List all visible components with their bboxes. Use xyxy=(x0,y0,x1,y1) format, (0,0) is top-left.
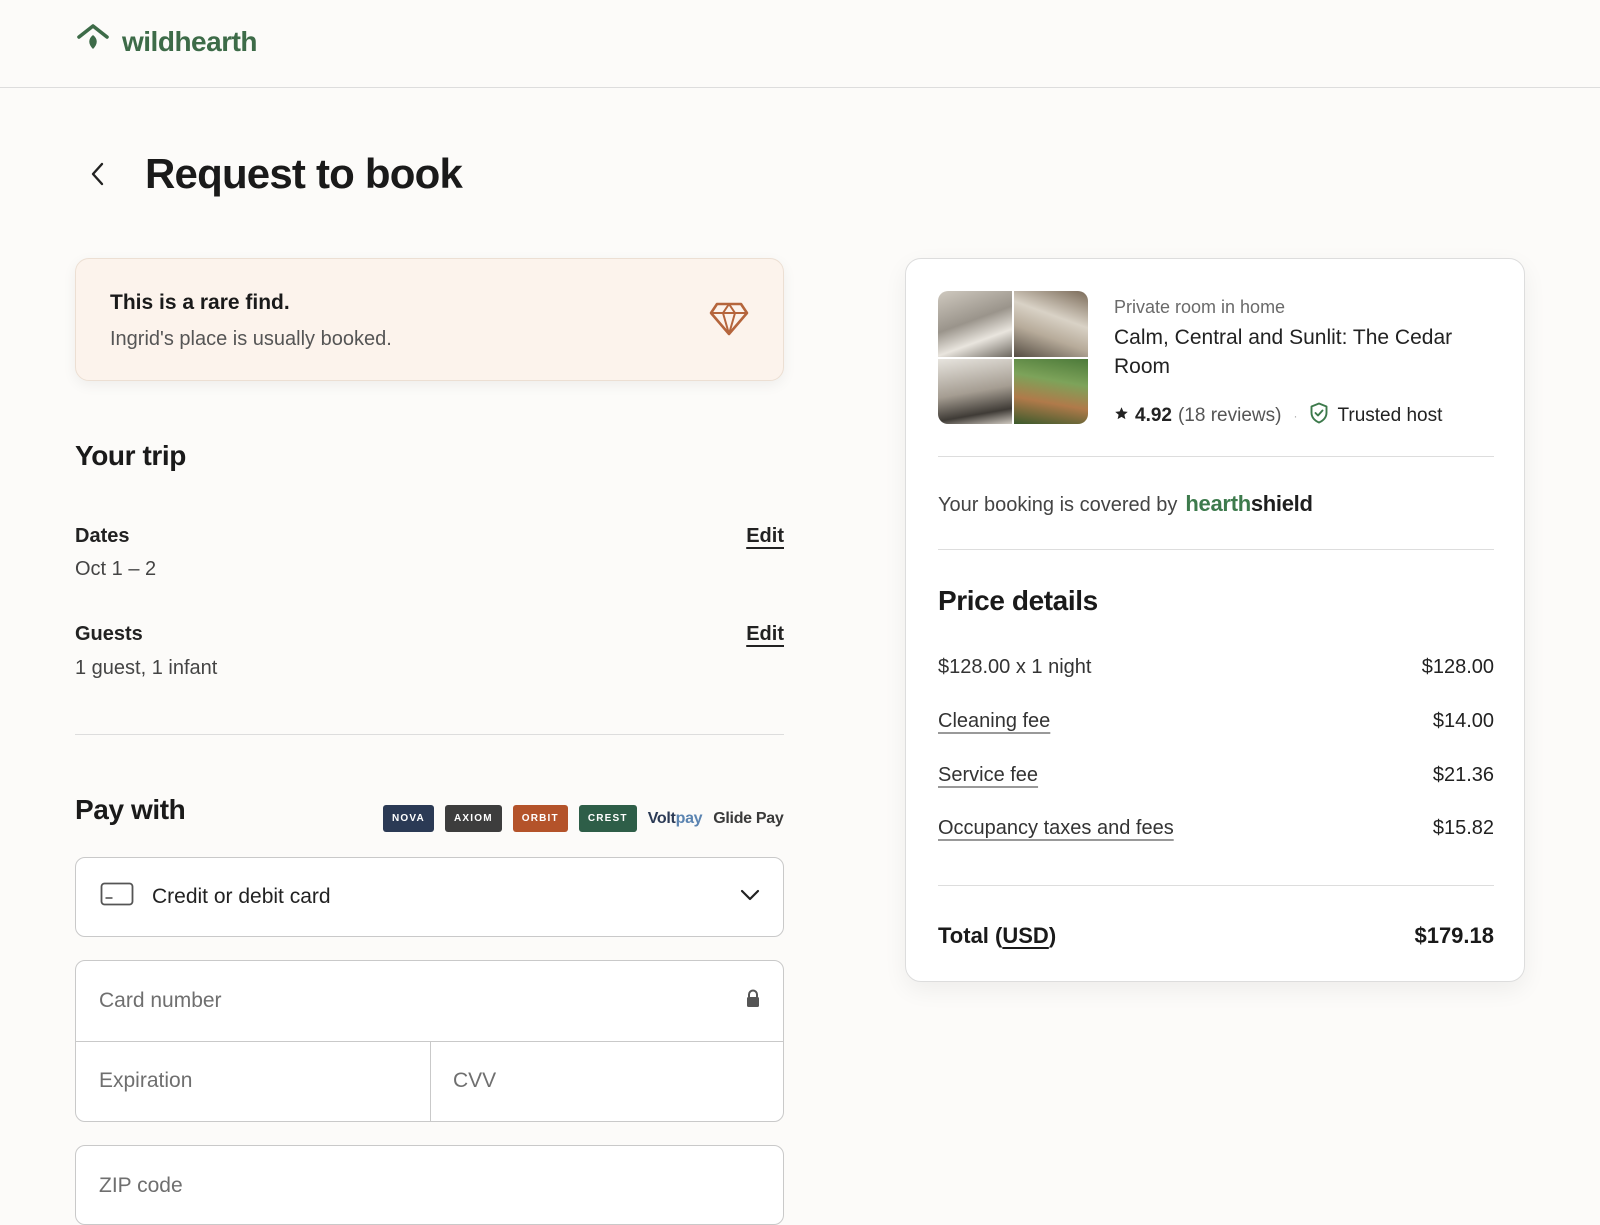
listing-photo xyxy=(1014,358,1088,424)
review-count[interactable]: (18 reviews) xyxy=(1178,405,1281,427)
booking-coverage: Your booking is covered by hearthshield xyxy=(938,491,1313,517)
price-row-amount: $14.00 xyxy=(1432,710,1494,732)
total-label: Total (USD) xyxy=(938,923,1056,949)
orbit-logo: ORBIT xyxy=(512,805,568,832)
listing-summary-card: Private room in home Calm, Central and S… xyxy=(905,258,1525,982)
dates-value: Oct 1 – 2 xyxy=(75,558,157,580)
section-divider xyxy=(75,734,784,735)
home-logo-icon xyxy=(76,22,110,61)
price-row-amount: $15.82 xyxy=(1432,817,1494,839)
total-amount: $179.18 xyxy=(1414,923,1494,948)
payment-method-value: Credit or debit card xyxy=(152,885,331,908)
service-fee-link[interactable]: Service fee xyxy=(938,764,1038,787)
glidepay-logo: Glide Pay xyxy=(713,809,784,827)
price-row-amount: $128.00 xyxy=(1421,656,1494,678)
listing-name: Calm, Central and Sunlit: The Cedar Room xyxy=(1114,326,1453,378)
price-row-label: $128.00 x 1 night xyxy=(938,656,1092,678)
edit-guests-link[interactable]: Edit xyxy=(746,623,784,646)
voltpay-logo: Voltpay xyxy=(648,810,703,828)
total-label-end: ) xyxy=(1048,923,1057,948)
axiom-logo: AXIOM xyxy=(444,805,502,832)
rare-find-subtitle: Ingrid's place is usually booked. xyxy=(110,328,392,350)
your-trip-heading: Your trip xyxy=(75,440,186,471)
page-title: Request to book xyxy=(145,150,463,197)
hearthshield-logo[interactable]: hearthshield xyxy=(1185,491,1313,517)
rating-score: 4.92 xyxy=(1135,405,1172,426)
dates-label: Dates xyxy=(75,525,130,547)
occupancy-taxes-link[interactable]: Occupancy taxes and fees xyxy=(938,817,1174,840)
zip-code-field xyxy=(75,1145,784,1225)
currency-link[interactable]: USD xyxy=(1002,923,1048,948)
brand-logo-link[interactable]: wildhearth xyxy=(76,22,258,61)
separator-dot: · xyxy=(1293,409,1298,423)
back-button[interactable] xyxy=(82,158,114,194)
expiration-input[interactable] xyxy=(99,1063,409,1099)
star-icon xyxy=(1114,405,1129,427)
guests-value: 1 guest, 1 infant xyxy=(75,657,218,679)
card-number-input[interactable] xyxy=(99,983,699,1019)
hearthshield-logo-a: hearth xyxy=(1185,491,1251,516)
voltpay-logo-b: pay xyxy=(675,809,703,827)
lock-icon xyxy=(745,989,761,1014)
coverage-text: Your booking is covered by xyxy=(938,494,1178,516)
listing-photo xyxy=(1014,291,1088,357)
trusted-host-badge: Trusted host xyxy=(1337,405,1443,426)
cvv-input[interactable] xyxy=(453,1063,763,1099)
price-row-amount: $21.36 xyxy=(1432,764,1494,786)
zip-code-input[interactable] xyxy=(99,1168,759,1204)
listing-photo xyxy=(938,291,1012,357)
chevron-left-icon xyxy=(90,161,106,192)
card-divider xyxy=(938,549,1494,550)
credit-card-icon xyxy=(100,882,134,913)
listing-rating: 4.92 (18 reviews) · Trusted host xyxy=(1114,402,1442,430)
card-divider xyxy=(938,456,1494,457)
top-bar: wildhearth xyxy=(0,0,1600,88)
hearthshield-logo-b: shield xyxy=(1250,491,1313,516)
card-details-group xyxy=(75,960,784,1122)
shield-check-icon xyxy=(1309,402,1329,430)
payment-method-select[interactable]: Credit or debit card xyxy=(75,857,784,937)
rare-find-banner: This is a rare find. Ingrid's place is u… xyxy=(75,258,784,381)
voltpay-logo-a: Volt xyxy=(647,809,676,827)
nova-logo: NOVA xyxy=(383,805,434,832)
total-label-text: Total ( xyxy=(938,923,1003,948)
edit-dates-link[interactable]: Edit xyxy=(746,525,784,548)
brand-name: wildhearth xyxy=(122,25,258,57)
chevron-down-icon xyxy=(739,888,761,907)
card-group-divider-vertical xyxy=(430,1041,431,1121)
diamond-icon xyxy=(709,301,749,342)
listing-photo xyxy=(938,358,1012,424)
crest-logo: CREST xyxy=(578,805,637,832)
listing-type: Private room in home xyxy=(1114,297,1286,317)
price-details-heading: Price details xyxy=(938,585,1098,616)
payment-logos: NOVA AXIOM ORBIT CREST Voltpay Glide Pay xyxy=(383,805,784,832)
guests-label: Guests xyxy=(75,623,143,645)
pay-with-heading: Pay with xyxy=(75,794,186,825)
listing-photo-grid[interactable] xyxy=(938,291,1088,424)
card-divider xyxy=(938,885,1494,886)
cleaning-fee-link[interactable]: Cleaning fee xyxy=(938,710,1050,733)
rare-find-title: This is a rare find. xyxy=(110,291,290,314)
